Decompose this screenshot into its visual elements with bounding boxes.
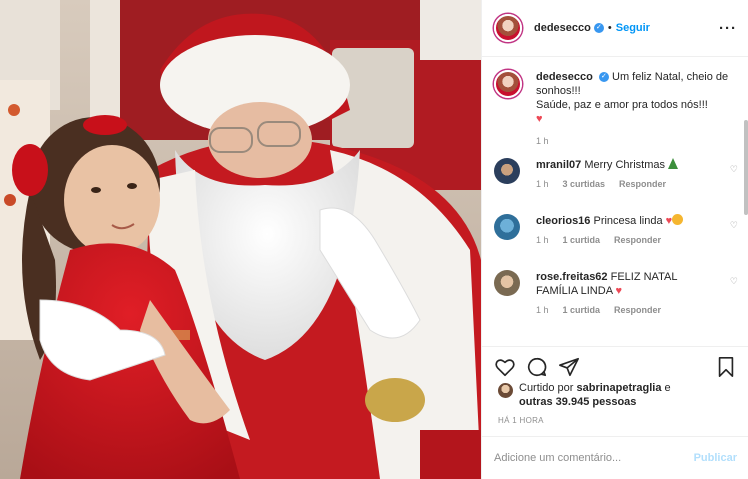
comments-scrollbar[interactable] <box>744 120 748 215</box>
reply-button[interactable]: Responder <box>614 305 661 315</box>
comment-time: 1 h <box>536 235 549 245</box>
red-heart-icon: ♥ <box>536 113 543 125</box>
commenter-avatar[interactable] <box>494 158 520 184</box>
clapping-hands-icon <box>672 214 684 225</box>
comment-username[interactable]: rose.freitas62 <box>536 271 608 283</box>
comment-body: Merry Christmas <box>584 159 665 171</box>
commenter-avatar[interactable] <box>494 270 520 296</box>
post-photo[interactable] <box>0 0 481 479</box>
comment-heart-icon[interactable]: ♡ <box>730 220 738 231</box>
follow-button[interactable]: Seguir <box>616 22 650 34</box>
caption-line2: Saúde, paz e amor pra todos nós!!! <box>536 99 708 111</box>
likes-text: Curtido por sabrinapetraglia e outras 39… <box>519 381 671 409</box>
comment-body: Princesa linda <box>593 215 663 227</box>
comment-item: cleorios16 Princesa linda ♥ 1 h 1 curtid… <box>494 214 738 245</box>
comment-username[interactable]: mranil07 <box>536 159 581 171</box>
red-heart-icon: ♥ <box>665 215 673 227</box>
comment-likes[interactable]: 3 curtidas <box>563 179 606 189</box>
post-sidebar: dedesecco ✓ • Seguir ··· dedesecco ✓ Um … <box>481 0 748 479</box>
share-plane-icon[interactable] <box>558 356 580 378</box>
comment-bubble-icon[interactable] <box>526 356 548 378</box>
post-timestamp: HÁ 1 HORA <box>498 416 544 425</box>
bookmark-icon[interactable] <box>715 356 737 378</box>
red-heart-icon: ♥ <box>615 285 623 297</box>
reply-button[interactable]: Responder <box>614 235 661 245</box>
comment-time: 1 h <box>536 305 549 315</box>
add-comment-bar: Publicar <box>482 436 748 479</box>
commenter-avatar[interactable] <box>494 214 520 240</box>
christmas-tree-icon <box>668 158 679 169</box>
comments-list[interactable]: dedesecco ✓ Um feliz Natal, cheio de son… <box>482 58 748 346</box>
comment-likes[interactable]: 1 curtida <box>563 305 601 315</box>
publish-button[interactable]: Publicar <box>694 452 737 464</box>
more-dots-icon[interactable]: ··· <box>719 20 737 37</box>
others-likes-link[interactable]: outras 39.945 pessoas <box>519 396 636 408</box>
separator-dot: • <box>607 22 612 34</box>
verified-badge-icon: ✓ <box>598 72 609 83</box>
santa-girl-photo <box>0 0 481 479</box>
likes-prefix: Curtido por <box>519 382 574 394</box>
comment-text: mranil07 Merry Christmas <box>536 158 734 172</box>
comment-username[interactable]: cleorios16 <box>536 215 590 227</box>
comment-time: 1 h <box>536 179 549 189</box>
author-avatar[interactable] <box>494 14 522 42</box>
comment-heart-icon[interactable]: ♡ <box>730 276 738 287</box>
likes-summary: Curtido por sabrinapetraglia e outras 39… <box>498 381 738 409</box>
comment-input[interactable] <box>494 452 694 464</box>
comment-heart-icon[interactable]: ♡ <box>730 164 738 175</box>
comment-meta: 1 h 1 curtida Responder <box>536 235 734 245</box>
caption-avatar[interactable] <box>494 70 522 98</box>
comment-likes[interactable]: 1 curtida <box>563 235 601 245</box>
liker-avatar[interactable] <box>498 383 513 398</box>
caption-username[interactable]: dedesecco <box>536 71 593 83</box>
comment-text: rose.freitas62 FELIZ NATAL FAMÍLIA LINDA… <box>536 270 734 298</box>
post-header: dedesecco ✓ • Seguir ··· <box>482 0 748 57</box>
comment-meta: 1 h 1 curtida Responder <box>536 305 734 315</box>
comment-text: cleorios16 Princesa linda ♥ <box>536 214 734 228</box>
likes-connector: e <box>664 382 671 394</box>
comment-meta: 1 h 3 curtidas Responder <box>536 179 734 189</box>
comment-item: rose.freitas62 FELIZ NATAL FAMÍLIA LINDA… <box>494 270 738 315</box>
verified-badge-icon: ✓ <box>593 23 604 33</box>
comment-item: mranil07 Merry Christmas 1 h 3 curtidas … <box>494 158 738 189</box>
reply-button[interactable]: Responder <box>619 179 666 189</box>
caption-text: dedesecco ✓ Um feliz Natal, cheio de son… <box>536 70 734 126</box>
action-bar <box>482 346 748 386</box>
caption-time: 1 h <box>536 136 549 146</box>
author-username[interactable]: dedesecco <box>534 22 591 34</box>
post-caption: dedesecco ✓ Um feliz Natal, cheio de son… <box>494 70 734 146</box>
like-heart-icon[interactable] <box>494 356 516 378</box>
liker-username[interactable]: sabrinapetraglia <box>576 382 661 394</box>
